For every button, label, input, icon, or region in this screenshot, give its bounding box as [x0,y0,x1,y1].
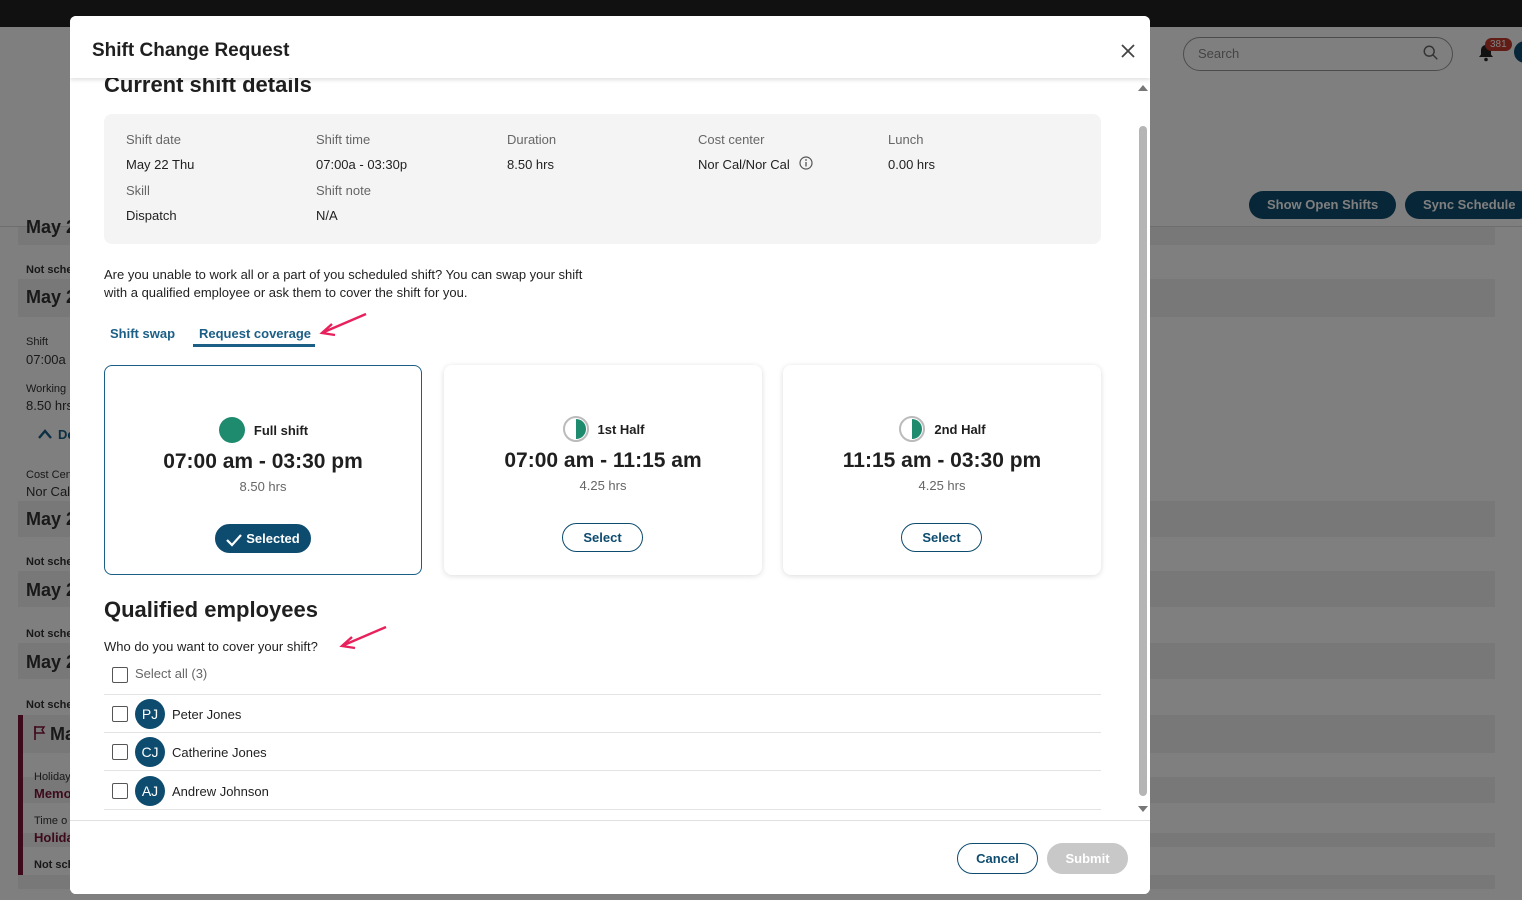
employee-row[interactable]: AJ Andrew Johnson [104,772,1101,810]
current-shift-details-heading: Current shift details [104,78,312,97]
select-all-checkbox[interactable] [112,667,128,683]
employee-row[interactable]: CJ Catherine Jones [104,733,1101,771]
card-header: 2nd Half [783,415,1101,448]
full-shift-card[interactable]: Full shift 07:00 am - 03:30 pm 8.50 hrs … [104,365,422,575]
card-hours: 4.25 hrs [579,478,627,493]
card-header: 1st Half [444,415,762,448]
employee-name: Andrew Johnson [172,784,269,799]
card-kind-label: 1st Half [597,421,645,437]
intro-line: with a qualified employee or ask them to… [104,285,468,300]
annotation-arrow [339,625,387,650]
submit-button[interactable]: Submit [1047,843,1128,874]
employee-row[interactable]: PJ Peter Jones [104,695,1101,733]
cancel-button[interactable]: Cancel [957,843,1038,874]
cost-center-label: Cost center [698,132,765,147]
avatar: PJ [135,699,165,729]
shift-time-label: Shift time [316,132,371,147]
half-circle-left-icon [562,416,589,442]
shift-note-label: Shift note [316,183,371,198]
employee-checkbox[interactable] [112,783,128,799]
modal-scrollbar[interactable] [1134,78,1150,820]
employee-checkbox[interactable] [112,706,128,722]
shift-details-panel: Shift date May 22 Thu Shift time 07:00a … [104,114,1101,244]
select-button[interactable]: Select [901,523,982,552]
modal-header: Shift Change Request [70,16,1150,78]
annotation-arrow [319,312,367,337]
duration-value: 8.50 hrs [507,157,554,172]
card-header: Full shift [105,416,421,449]
qualified-employees-heading: Qualified employees [104,597,318,622]
selected-button-label: Selected [246,531,300,546]
shift-change-request-modal: Shift Change Request Current shift detai… [70,16,1150,894]
second-half-card[interactable]: 2nd Half 11:15 am - 03:30 pm 4.25 hrs Se… [783,365,1101,575]
card-kind: 2nd Half [898,415,986,443]
select-all-row [104,657,1101,695]
shift-note-value: N/A [316,208,338,223]
tab-shift-swap[interactable]: Shift swap [110,326,175,341]
card-time-range: 07:00 am - 11:15 am [504,449,702,472]
card-kind: 1st Half [562,415,645,443]
duration-label: Duration [507,132,557,147]
shift-date-label: Shift date [126,132,181,147]
shift-time-value: 07:00a - 03:30p [316,157,408,172]
shift-date-value: May 22 Thu [126,157,195,172]
skill-label: Skill [126,183,150,198]
intro-text: Are you unable to work all or a part of … [104,266,614,302]
info-icon[interactable] [799,156,813,170]
close-icon[interactable] [1118,41,1138,61]
employee-checkbox[interactable] [112,744,128,760]
card-time-range: 07:00 am - 03:30 pm [163,450,363,473]
intro-line: Are you unable to work all or a part of … [104,267,583,282]
modal-footer: Cancel Submit [70,820,1150,894]
first-half-card[interactable]: 1st Half 07:00 am - 11:15 am 4.25 hrs Se… [444,365,762,575]
tab-request-coverage[interactable]: Request coverage [199,326,311,341]
card-kind: Full shift [218,416,308,444]
card-kind-label: Full shift [253,422,309,438]
employee-name: Peter Jones [172,707,242,722]
qualified-question: Who do you want to cover your shift? [104,639,318,654]
avatar: CJ [135,737,165,767]
select-all-label[interactable]: Select all (3) [135,666,207,681]
skill-value: Dispatch [126,208,177,223]
modal-title: Shift Change Request [92,40,290,61]
scroll-up-icon[interactable] [1138,85,1148,91]
cost-center-value: Nor Cal/Nor Cal [698,157,790,172]
card-hours: 4.25 hrs [918,478,966,493]
lunch-value: 0.00 hrs [888,157,935,172]
avatar: AJ [135,776,165,806]
employee-name: Catherine Jones [172,745,267,760]
active-tab-indicator [193,344,315,347]
card-hours: 8.50 hrs [239,479,287,494]
scroll-down-icon[interactable] [1138,806,1148,812]
card-time-range: 11:15 am - 03:30 pm [842,449,1042,472]
scroll-thumb[interactable] [1139,126,1147,796]
lunch-label: Lunch [888,132,924,147]
full-circle-icon [218,417,245,443]
select-button[interactable]: Select [562,523,643,552]
half-circle-right-icon [899,416,926,442]
modal-body: Current shift details Shift date May 22 … [70,78,1150,820]
selected-button[interactable]: Selected [215,524,311,553]
checkmark-icon [226,533,243,547]
card-kind-label: 2nd Half [934,421,986,437]
